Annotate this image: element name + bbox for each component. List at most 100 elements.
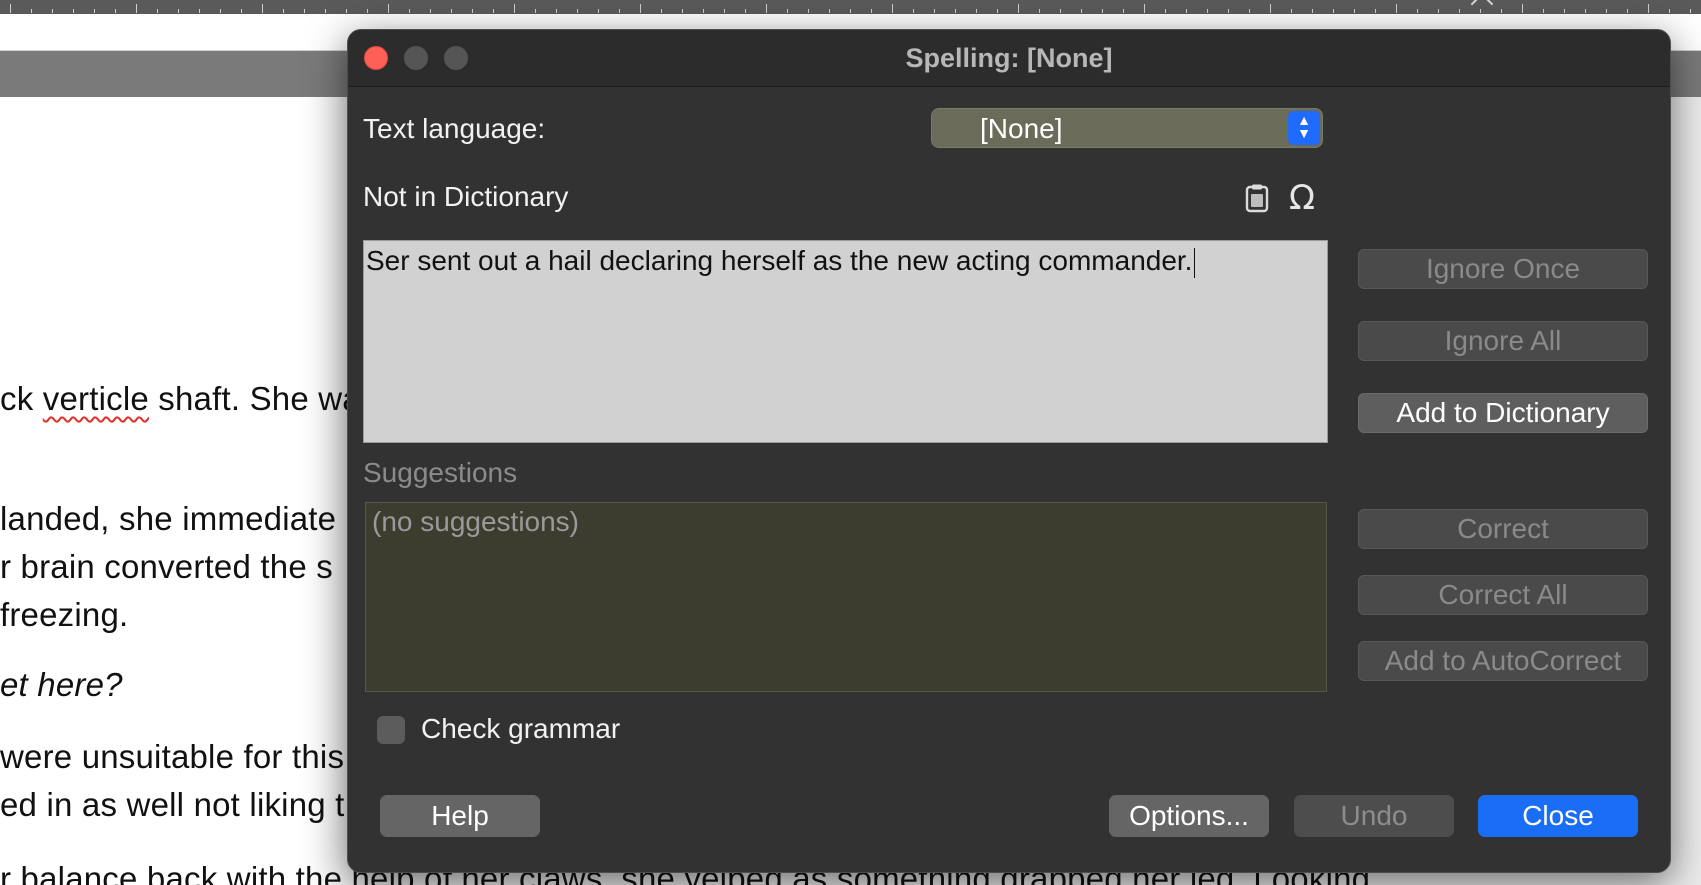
ruler-tick: [1018, 4, 1019, 13]
ruler-tick: [1144, 4, 1145, 13]
spelling-dialog: Spelling: [None] Text language: [None] ▲…: [347, 29, 1671, 873]
options-button[interactable]: Options...: [1109, 795, 1269, 837]
ruler-tick: [241, 9, 242, 13]
ruler-tick: [157, 9, 158, 13]
ruler-tick: [1312, 9, 1313, 13]
ruler-tick: [997, 9, 998, 13]
ruler-tick: [703, 9, 704, 13]
ruler-tick: [451, 9, 452, 13]
document-line: freezing.: [0, 596, 129, 633]
help-button[interactable]: Help: [380, 795, 540, 837]
suggestions-label: Suggestions: [363, 457, 518, 488]
ruler-tick: [1501, 9, 1502, 13]
ruler-tick: [1102, 9, 1103, 13]
ruler-tick: [1564, 9, 1565, 13]
ruler-tick: [220, 9, 221, 13]
ruler-tick: [1249, 9, 1250, 13]
ruler-tick: [682, 9, 683, 13]
ruler-tick: [556, 9, 557, 13]
correct-all-button[interactable]: Correct All: [1358, 575, 1648, 615]
ruler-tick: [409, 9, 410, 13]
ruler-tick: [493, 9, 494, 13]
check-grammar-checkbox[interactable]: [377, 716, 405, 744]
ruler-tick: [1627, 9, 1628, 13]
ruler-tick: [1123, 9, 1124, 13]
ignore-once-button[interactable]: Ignore Once: [1358, 249, 1648, 289]
ruler-tick: [1396, 4, 1397, 13]
chevron-up-down-icon: ▲ ▼: [1288, 111, 1320, 145]
ruler-tick: [724, 9, 725, 13]
ruler-tick: [871, 9, 872, 13]
ruler-tick: [913, 9, 914, 13]
ruler-tick: [1438, 9, 1439, 13]
omega-icon[interactable]: Ω: [1289, 178, 1315, 218]
ruler-tick: [1690, 9, 1691, 13]
ruler-tick: [1270, 4, 1271, 13]
ruler-tick: [1333, 9, 1334, 13]
ruler-tick: [640, 4, 641, 13]
ignore-all-button[interactable]: Ignore All: [1358, 321, 1648, 361]
text-cursor: [1194, 247, 1196, 278]
ruler-tick: [745, 9, 746, 13]
ruler-tick: [955, 9, 956, 13]
ruler-tick: [1480, 9, 1481, 13]
ruler-tick: [1060, 9, 1061, 13]
correct-button[interactable]: Correct: [1358, 509, 1648, 549]
ruler-tick: [1207, 9, 1208, 13]
ruler-tick: [283, 9, 284, 13]
ruler-tick: [1186, 9, 1187, 13]
dialog-titlebar[interactable]: Spelling: [None]: [348, 30, 1670, 87]
ruler-tick: [10, 4, 11, 13]
ruler-tick: [31, 9, 32, 13]
misspelled-word[interactable]: verticle: [43, 380, 149, 417]
ruler-tick: [577, 9, 578, 13]
document-line: ck verticle shaft. She wa: [0, 380, 361, 417]
ruler-tick: [619, 9, 620, 13]
sentence-editor[interactable]: Ser sent out a hail declaring herself as…: [363, 240, 1328, 443]
document-line: r brain converted the s: [0, 548, 333, 585]
ruler-tick: [178, 9, 179, 13]
document-line: were unsuitable for this: [0, 738, 345, 775]
ruler-tick: [934, 9, 935, 13]
text-language-select[interactable]: [None] ▲ ▼: [931, 108, 1323, 148]
ruler-tick: [514, 4, 515, 13]
add-to-dictionary-button[interactable]: Add to Dictionary: [1358, 393, 1648, 433]
ruler-tick: [976, 9, 977, 13]
ruler-tick: [1585, 9, 1586, 13]
ruler-tick: [430, 9, 431, 13]
ruler-tick: [1543, 9, 1544, 13]
ruler-tick: [1165, 9, 1166, 13]
text-language-value: [None]: [980, 113, 1063, 144]
ruler-tick: [829, 9, 830, 13]
ruler-tick: [766, 4, 767, 13]
ruler-tick: [199, 9, 200, 13]
ruler-tick: [1606, 9, 1607, 13]
ruler-tick: [1354, 9, 1355, 13]
ruler-tick: [367, 9, 368, 13]
ruler-tick: [1522, 4, 1523, 13]
ruler-tick: [52, 9, 53, 13]
ruler-tick: [346, 9, 347, 13]
ruler-tick: [850, 9, 851, 13]
suggestions-list[interactable]: (no suggestions): [365, 502, 1327, 692]
ruler-tick: [787, 9, 788, 13]
ruler-tick: [325, 9, 326, 13]
ruler-tick: [115, 9, 116, 13]
ruler-tick: [1459, 9, 1460, 13]
add-to-autocorrect-button[interactable]: Add to AutoCorrect: [1358, 641, 1648, 681]
not-in-dictionary-label: Not in Dictionary: [363, 181, 569, 212]
ruler-tick: [1039, 9, 1040, 13]
clipboard-icon[interactable]: [1245, 183, 1269, 213]
undo-button[interactable]: Undo: [1294, 795, 1454, 837]
ruler-tick: [94, 9, 95, 13]
check-grammar-label[interactable]: Check grammar: [421, 713, 620, 745]
ruler-tick: [262, 4, 263, 13]
ruler-tick: [535, 9, 536, 13]
ruler-tick: [1228, 9, 1229, 13]
sentence-text: Ser sent out a hail declaring herself as…: [366, 245, 1193, 276]
suggestions-placeholder: (no suggestions): [372, 506, 580, 537]
close-button[interactable]: Close: [1478, 795, 1638, 837]
ruler-tick: [598, 9, 599, 13]
ruler-tick: [472, 9, 473, 13]
ruler-tick: [1669, 9, 1670, 13]
